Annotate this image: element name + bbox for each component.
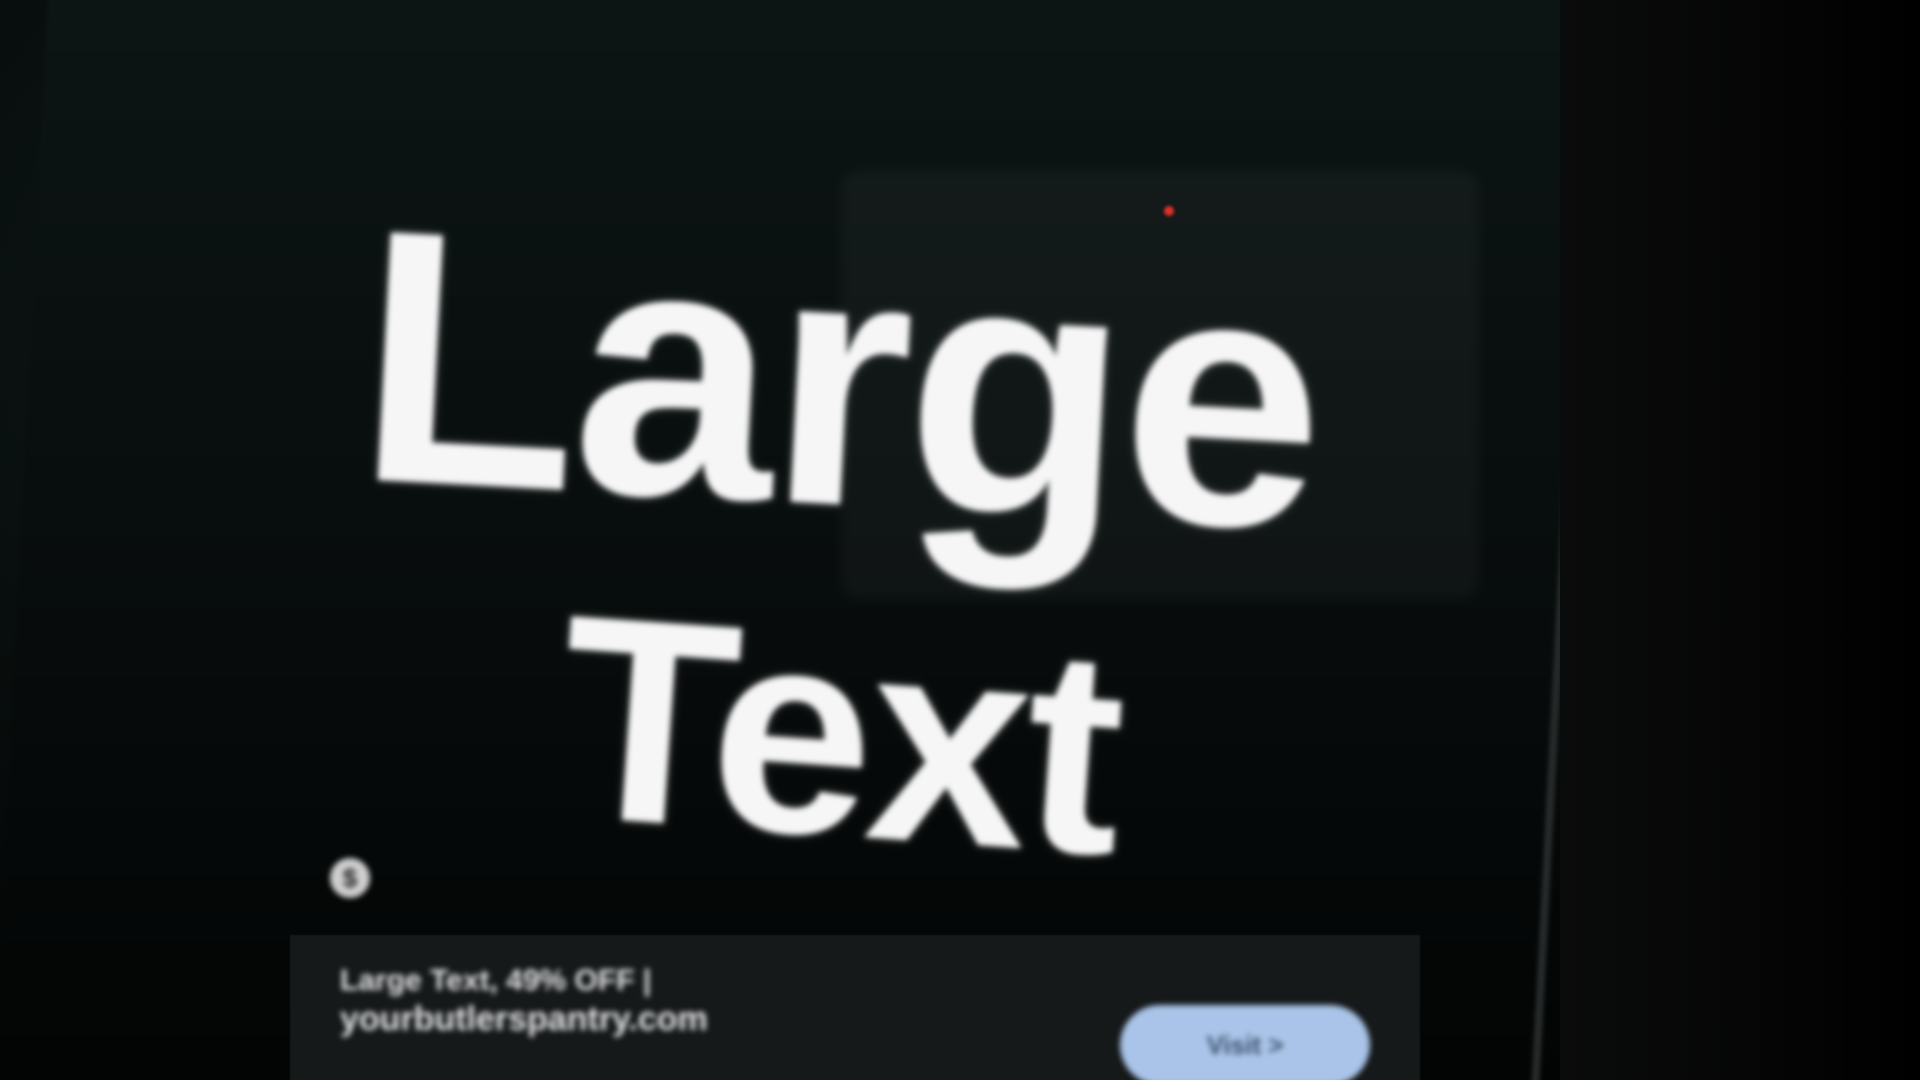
ad-title: Large Text, 49% OFF |	[340, 964, 652, 997]
sponsored-icon: $	[330, 858, 370, 898]
ad-banner[interactable]: Large Text, 49% OFF | yourbutlerspantry.…	[290, 935, 1420, 1080]
ad-domain: yourbutlerspantry.com	[340, 1000, 708, 1038]
photo-of-screen: Large Text $ Large Text, 49% OFF | yourb…	[0, 0, 1920, 1080]
visit-button[interactable]: Visit >	[1120, 1005, 1370, 1080]
ad-text-block: Large Text, 49% OFF | yourbutlerspantry.…	[340, 963, 708, 1039]
